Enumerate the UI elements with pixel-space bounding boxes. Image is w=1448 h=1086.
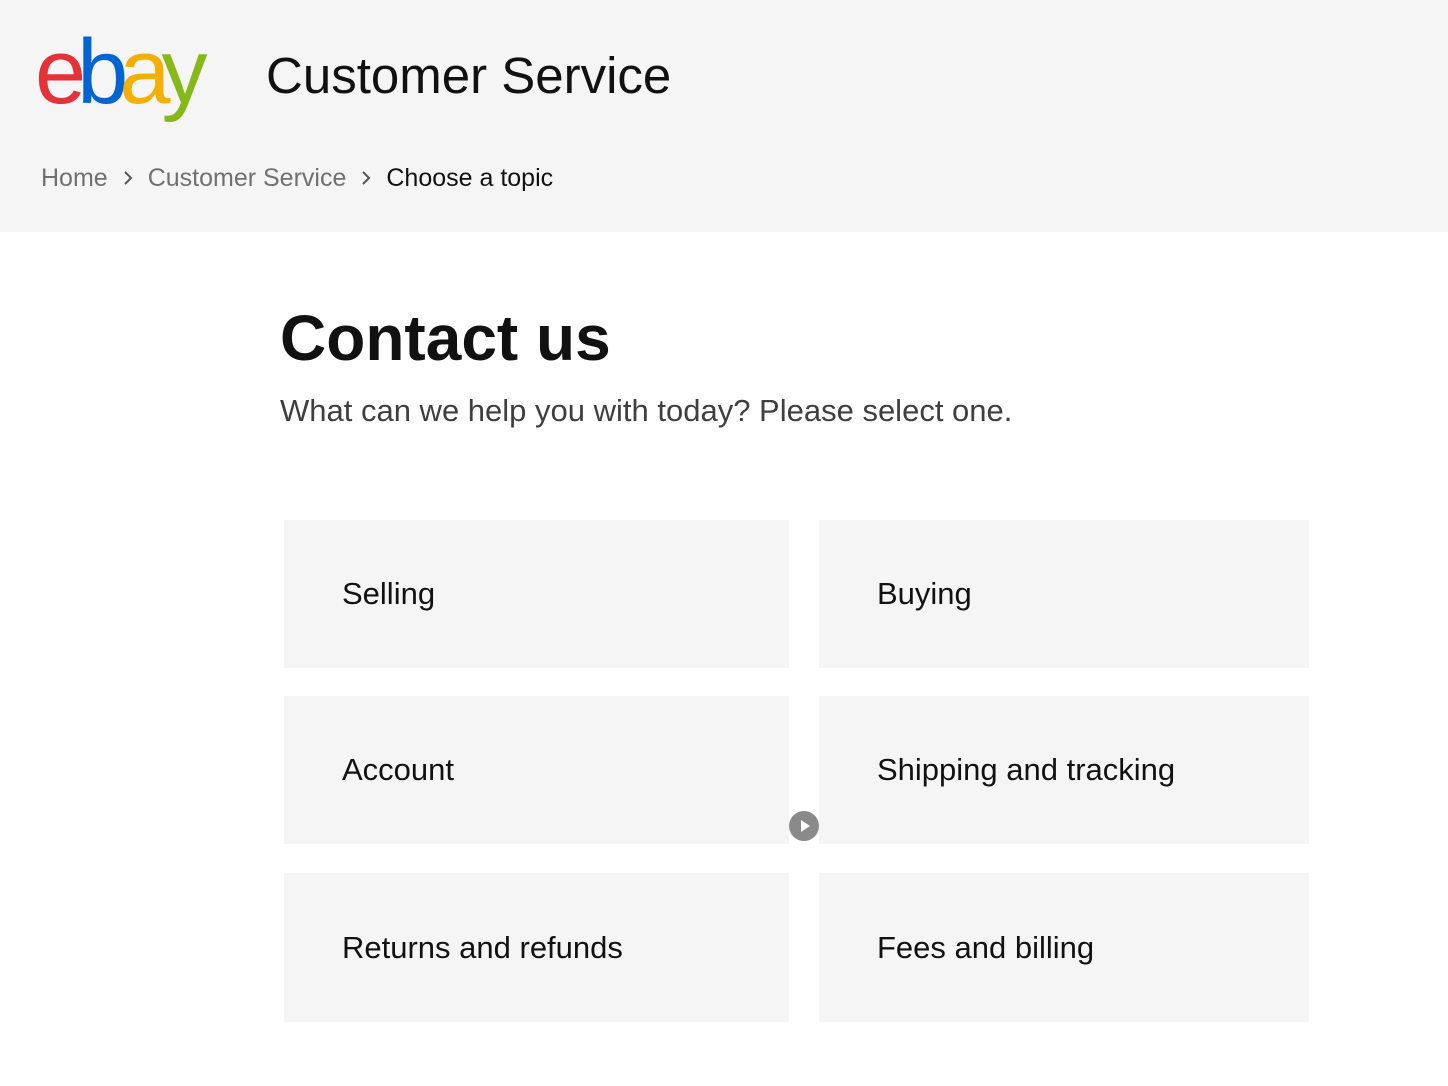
topic-label: Returns and refunds	[342, 929, 623, 965]
logo-letter-e: e	[35, 21, 86, 123]
topic-shipping-and-tracking[interactable]: Shipping and tracking	[819, 696, 1309, 844]
logo-letter-y: y	[161, 21, 208, 123]
topic-label: Shipping and tracking	[877, 752, 1176, 787]
topic-fees-and-billing[interactable]: Fees and billing	[819, 873, 1309, 1022]
chevron-right-icon	[108, 160, 148, 196]
topic-account[interactable]: Account	[284, 696, 789, 844]
breadcrumb-home[interactable]: Home	[41, 160, 108, 196]
topic-label: Selling	[342, 576, 436, 611]
topic-selling[interactable]: Selling	[284, 520, 789, 668]
page-subtitle: What can we help you with today? Please …	[280, 393, 1013, 428]
breadcrumb: Home Customer Service Choose a topic	[41, 160, 553, 196]
topic-buying[interactable]: Buying	[819, 520, 1309, 668]
logo-letter-b: b	[77, 21, 128, 123]
ebay-logo[interactable]: e b a y	[35, 21, 208, 123]
page-header: e b a y Customer Service Home Customer S…	[0, 0, 1448, 232]
topic-label: Fees and billing	[877, 929, 1095, 965]
breadcrumb-customer-service[interactable]: Customer Service	[148, 160, 347, 196]
logo-letter-a: a	[119, 21, 170, 123]
header-title: Customer Service	[266, 47, 672, 104]
breadcrumb-current: Choose a topic	[386, 164, 554, 192]
chevron-right-icon	[346, 160, 386, 196]
topic-label: Account	[342, 752, 455, 787]
page-title: Contact us	[280, 302, 611, 374]
topic-label: Buying	[877, 576, 972, 611]
topic-returns-and-refunds[interactable]: Returns and refunds	[284, 873, 789, 1022]
play-icon[interactable]	[789, 811, 819, 841]
